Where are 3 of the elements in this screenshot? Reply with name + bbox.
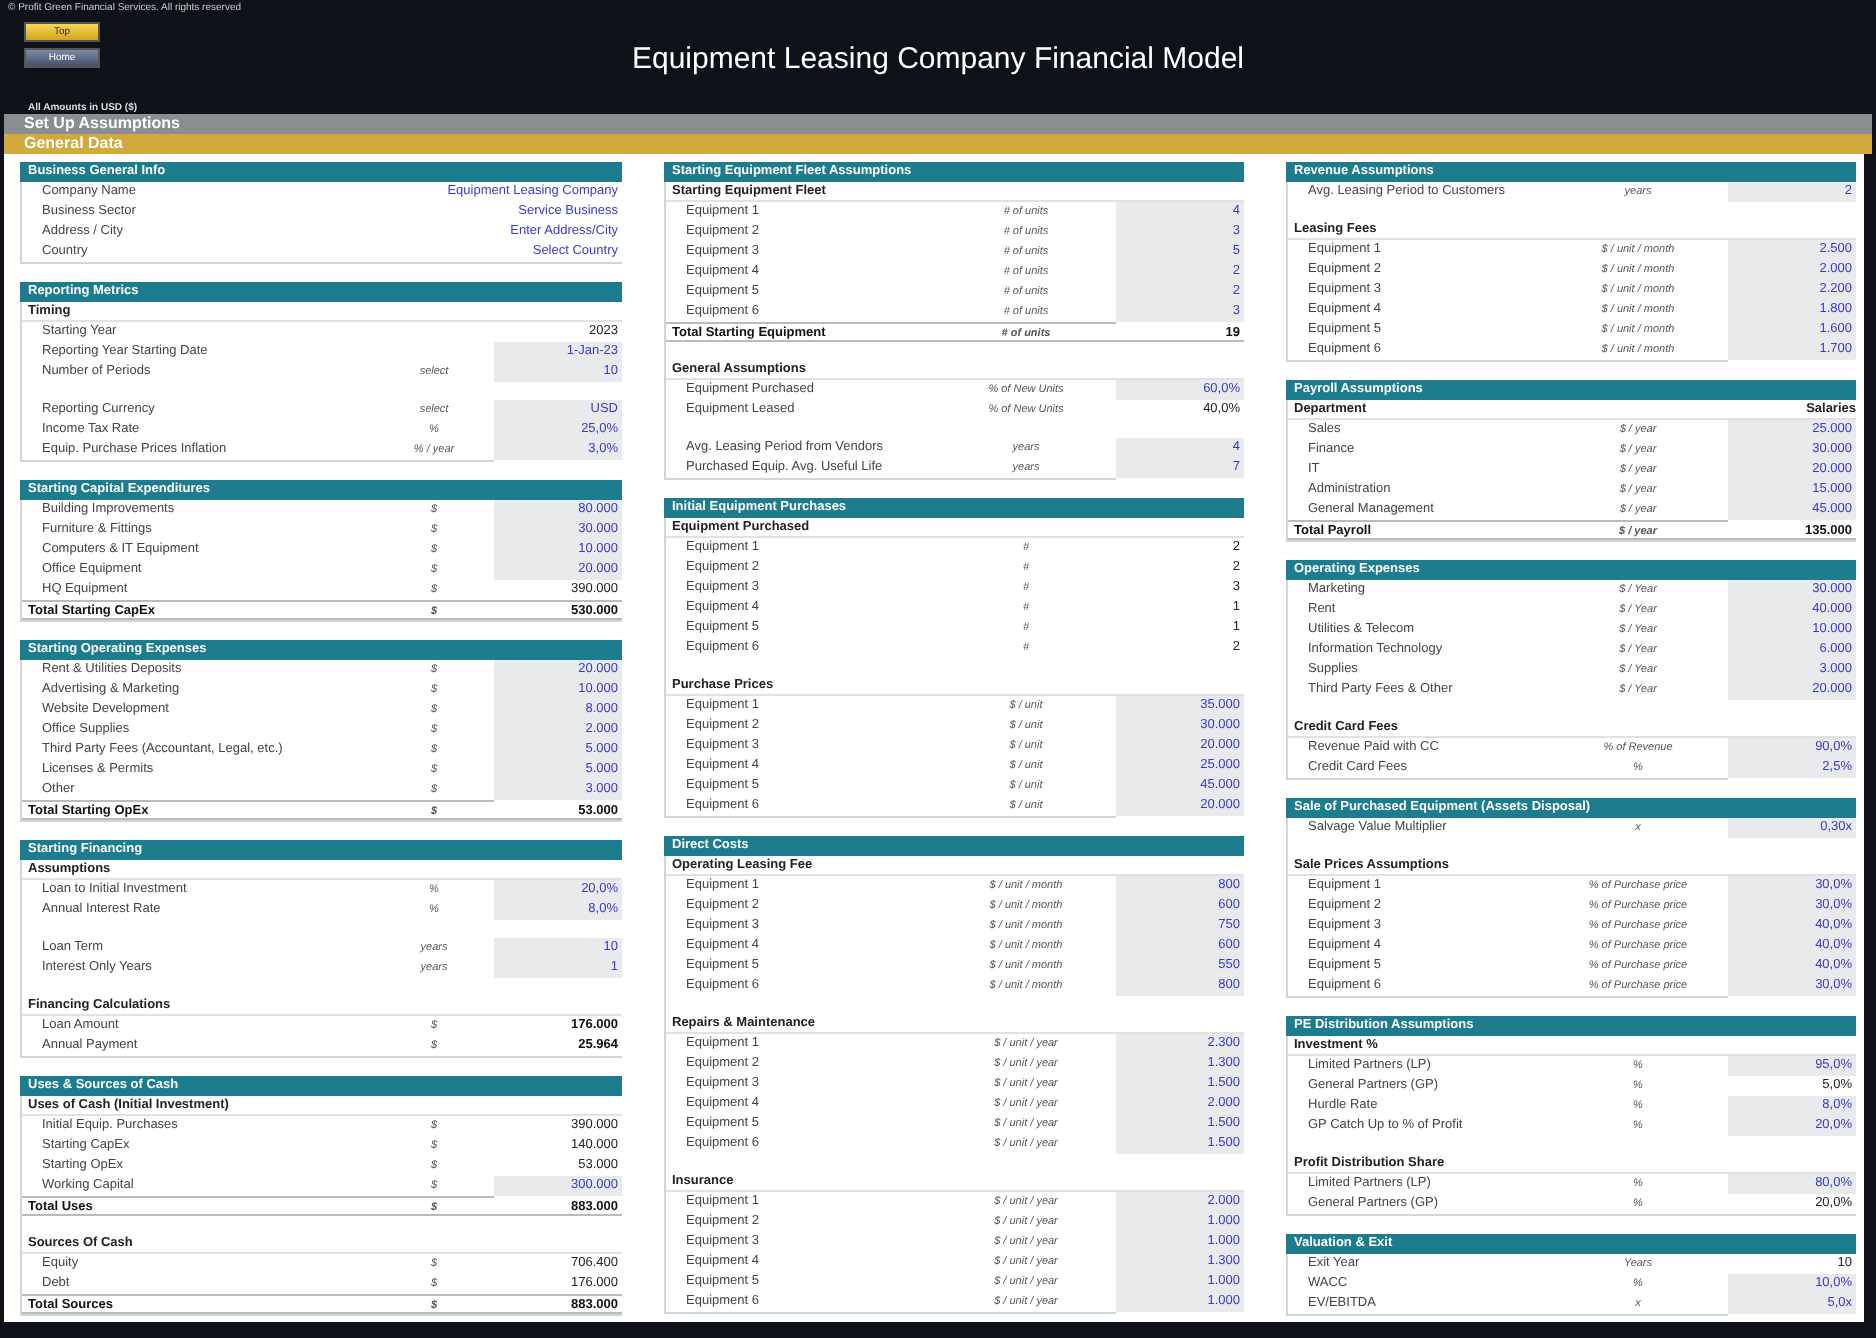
section-bar: General Data	[4, 134, 1872, 154]
page-title: Equipment Leasing Company Financial Model	[629, 42, 1246, 76]
sheet-bar: Set Up Assumptions	[4, 114, 1872, 134]
